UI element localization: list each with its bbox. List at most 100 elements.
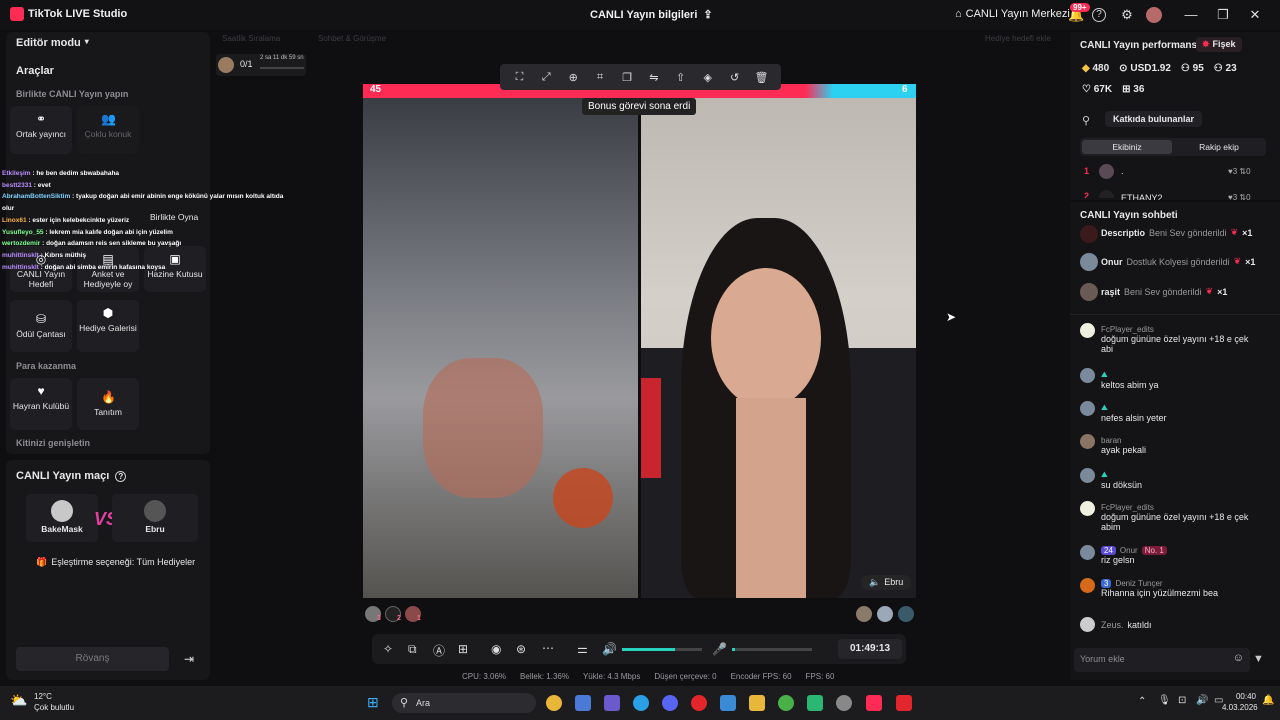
replay-icon[interactable]: ⊛ bbox=[516, 642, 526, 656]
copy-icon[interactable]: ❐ bbox=[620, 71, 634, 84]
youtube-icon[interactable] bbox=[896, 695, 912, 711]
avatar bbox=[1080, 617, 1095, 632]
multi-guest-button[interactable]: 👥 Çoklu konuk bbox=[77, 106, 139, 154]
chat-message: 24 Onur No. 1 riz gelsn bbox=[1101, 546, 1271, 565]
live-info-link[interactable]: CANLI Yayın bilgileri ⇪ bbox=[590, 8, 713, 22]
live-center-link[interactable]: ⌂ CANLI Yayın Merkezi bbox=[955, 8, 1070, 20]
avatar[interactable] bbox=[1146, 7, 1162, 23]
tiktok-taskbar-icon[interactable] bbox=[866, 695, 882, 711]
avatar[interactable] bbox=[898, 606, 914, 622]
notification-icon[interactable]: 🔔 bbox=[1262, 695, 1274, 706]
rank-number: 1 bbox=[1084, 166, 1090, 176]
folder-icon[interactable] bbox=[749, 695, 765, 711]
split-divider bbox=[638, 98, 641, 598]
rotate-icon[interactable]: ↺ bbox=[728, 71, 742, 84]
tab-your-team[interactable]: Ekibiniz bbox=[1082, 140, 1172, 154]
coins-stat: ◆ 480 bbox=[1082, 63, 1110, 74]
help-icon[interactable]: ? bbox=[1092, 8, 1106, 22]
center-icon[interactable]: ⊕ bbox=[566, 71, 580, 84]
followers-stat: ⚇ 23 bbox=[1213, 63, 1237, 74]
avatar[interactable] bbox=[856, 606, 872, 622]
intro-label: Tanıtım bbox=[94, 407, 122, 417]
record-icon[interactable]: ◉ bbox=[491, 642, 501, 656]
contributors-button[interactable]: Katkıda bulunanlar bbox=[1105, 111, 1203, 127]
teams-icon[interactable] bbox=[604, 695, 620, 711]
ball-blur bbox=[553, 468, 613, 528]
editor-mode-dropdown[interactable]: Editör modu ▾ bbox=[16, 37, 89, 49]
ai-icon[interactable]: Ⓐ bbox=[433, 642, 445, 659]
mic-icon[interactable]: 🎤 bbox=[712, 642, 727, 656]
expand-kit-label[interactable]: Kitinizi genişletin bbox=[16, 438, 90, 448]
taskbar-search[interactable]: ⚲ Ara bbox=[392, 693, 536, 713]
app-icon[interactable] bbox=[807, 695, 823, 711]
more-icon[interactable]: ⋯ bbox=[542, 641, 554, 655]
exit-icon[interactable]: ⇥ bbox=[177, 647, 201, 671]
mail-icon[interactable] bbox=[720, 695, 736, 711]
trash-icon[interactable]: 🗑 bbox=[754, 71, 768, 84]
opera-icon[interactable] bbox=[691, 695, 707, 711]
cohost-button[interactable]: ⚭ Ortak yayıncı bbox=[10, 106, 72, 154]
gift-gallery-button[interactable]: ⬢ Hediye Galerisi bbox=[77, 300, 139, 352]
app-icon[interactable] bbox=[836, 695, 852, 711]
fullscreen-icon[interactable]: ⛶ bbox=[512, 71, 526, 84]
clock-date[interactable]: 4.03.2026 bbox=[1222, 703, 1258, 712]
fan-club-button[interactable]: ♥ Hayran Kulübü bbox=[10, 378, 72, 430]
intro-button[interactable]: 🔥 Tanıtım bbox=[77, 378, 139, 430]
level-icon: ⛰ bbox=[1101, 370, 1108, 379]
fps-stat: FPS: 60 bbox=[805, 672, 835, 681]
discord-icon[interactable] bbox=[662, 695, 678, 711]
player1-name: BakeMask bbox=[41, 524, 83, 534]
layer-up-icon[interactable]: ⇧ bbox=[674, 71, 688, 84]
network-icon[interactable]: ⊡ bbox=[1178, 695, 1186, 706]
effects-icon[interactable]: ⧉ bbox=[408, 642, 417, 657]
windows-start-icon[interactable]: ⊞ bbox=[367, 694, 383, 710]
avatar[interactable] bbox=[877, 606, 893, 622]
comment-input[interactable]: Yorum ekle ☺ bbox=[1074, 648, 1250, 672]
clock-time[interactable]: 00:40 bbox=[1232, 692, 1256, 701]
restore-icon[interactable]: ❐ bbox=[1214, 6, 1232, 24]
volume-tray-icon[interactable]: 🔊 bbox=[1196, 695, 1208, 706]
player2-card[interactable]: Ebru bbox=[112, 494, 198, 542]
reward-bag-button[interactable]: ⛁ Ödül Çantası bbox=[10, 300, 72, 352]
chevron-up-icon[interactable]: ⌃ bbox=[1138, 696, 1146, 707]
mixer-icon[interactable]: ⚌ bbox=[577, 642, 588, 656]
expand-icon[interactable]: ⤢ bbox=[539, 71, 553, 84]
add-source-icon[interactable]: ⊞ bbox=[458, 642, 468, 656]
flip-icon[interactable]: ⇋ bbox=[647, 71, 661, 84]
chrome-icon[interactable] bbox=[778, 695, 794, 711]
minimize-icon[interactable]: — bbox=[1182, 6, 1200, 24]
speaker-label[interactable]: 🔈 Ebru bbox=[861, 575, 912, 590]
volume-icon[interactable]: 🔊 bbox=[602, 642, 617, 656]
filter-icon[interactable]: ▼ bbox=[1253, 653, 1264, 665]
rematch-button[interactable]: Rövanş bbox=[16, 647, 169, 671]
pairing-option[interactable]: 🎁 Eşleştirme seçeneği: Tüm Hediyeler bbox=[36, 557, 195, 568]
tab-rival-team[interactable]: Rakip ekip bbox=[1174, 140, 1264, 154]
crop-icon[interactable]: ⌗ bbox=[593, 71, 607, 84]
player1-card[interactable]: BakeMask bbox=[26, 494, 98, 542]
layers-icon[interactable]: ◈ bbox=[701, 71, 715, 84]
player1-avatar bbox=[51, 500, 73, 522]
emoji-icon[interactable]: ☺ bbox=[1233, 652, 1244, 664]
coin-icon: ◆ bbox=[1082, 63, 1090, 74]
perf-row-1: ◆ 480 ⊙ USD1.92 ⚇ 95 ⚇ 23 bbox=[1082, 63, 1237, 74]
tab-chat-meet[interactable]: Sohbet & Görüşme bbox=[318, 34, 386, 43]
mic-slider[interactable] bbox=[732, 648, 812, 651]
perf-tag[interactable]: ✸ Fişek bbox=[1196, 37, 1242, 52]
user-add-icon[interactable]: ⚲ bbox=[1082, 114, 1090, 127]
overlay-line: Linox61 : ester için kelebekcinkte yüzer… bbox=[2, 216, 130, 224]
rank-number: 2 bbox=[1084, 191, 1090, 198]
info-icon[interactable]: ? bbox=[115, 470, 127, 482]
gear-icon[interactable]: ⚙ bbox=[1118, 6, 1136, 24]
volume-slider[interactable] bbox=[622, 648, 702, 651]
chrome-icon[interactable] bbox=[546, 695, 562, 711]
magic-icon[interactable]: ✧ bbox=[383, 642, 393, 656]
chat-message: ⛰ nefes alsin yeter bbox=[1101, 403, 1261, 423]
store-icon[interactable] bbox=[575, 695, 591, 711]
rank-badge: 3 bbox=[377, 615, 381, 622]
add-gift-goal[interactable]: Hediye hedefi ekle bbox=[985, 34, 1051, 43]
mic-tray-icon[interactable]: 🎙 bbox=[1158, 695, 1171, 706]
edge-icon[interactable] bbox=[633, 695, 649, 711]
close-icon[interactable]: ✕ bbox=[1246, 6, 1264, 24]
tab-hourly-rank[interactable]: Saatlik Sıralama bbox=[222, 34, 280, 43]
weather-icon[interactable]: ⛅ bbox=[10, 692, 27, 709]
